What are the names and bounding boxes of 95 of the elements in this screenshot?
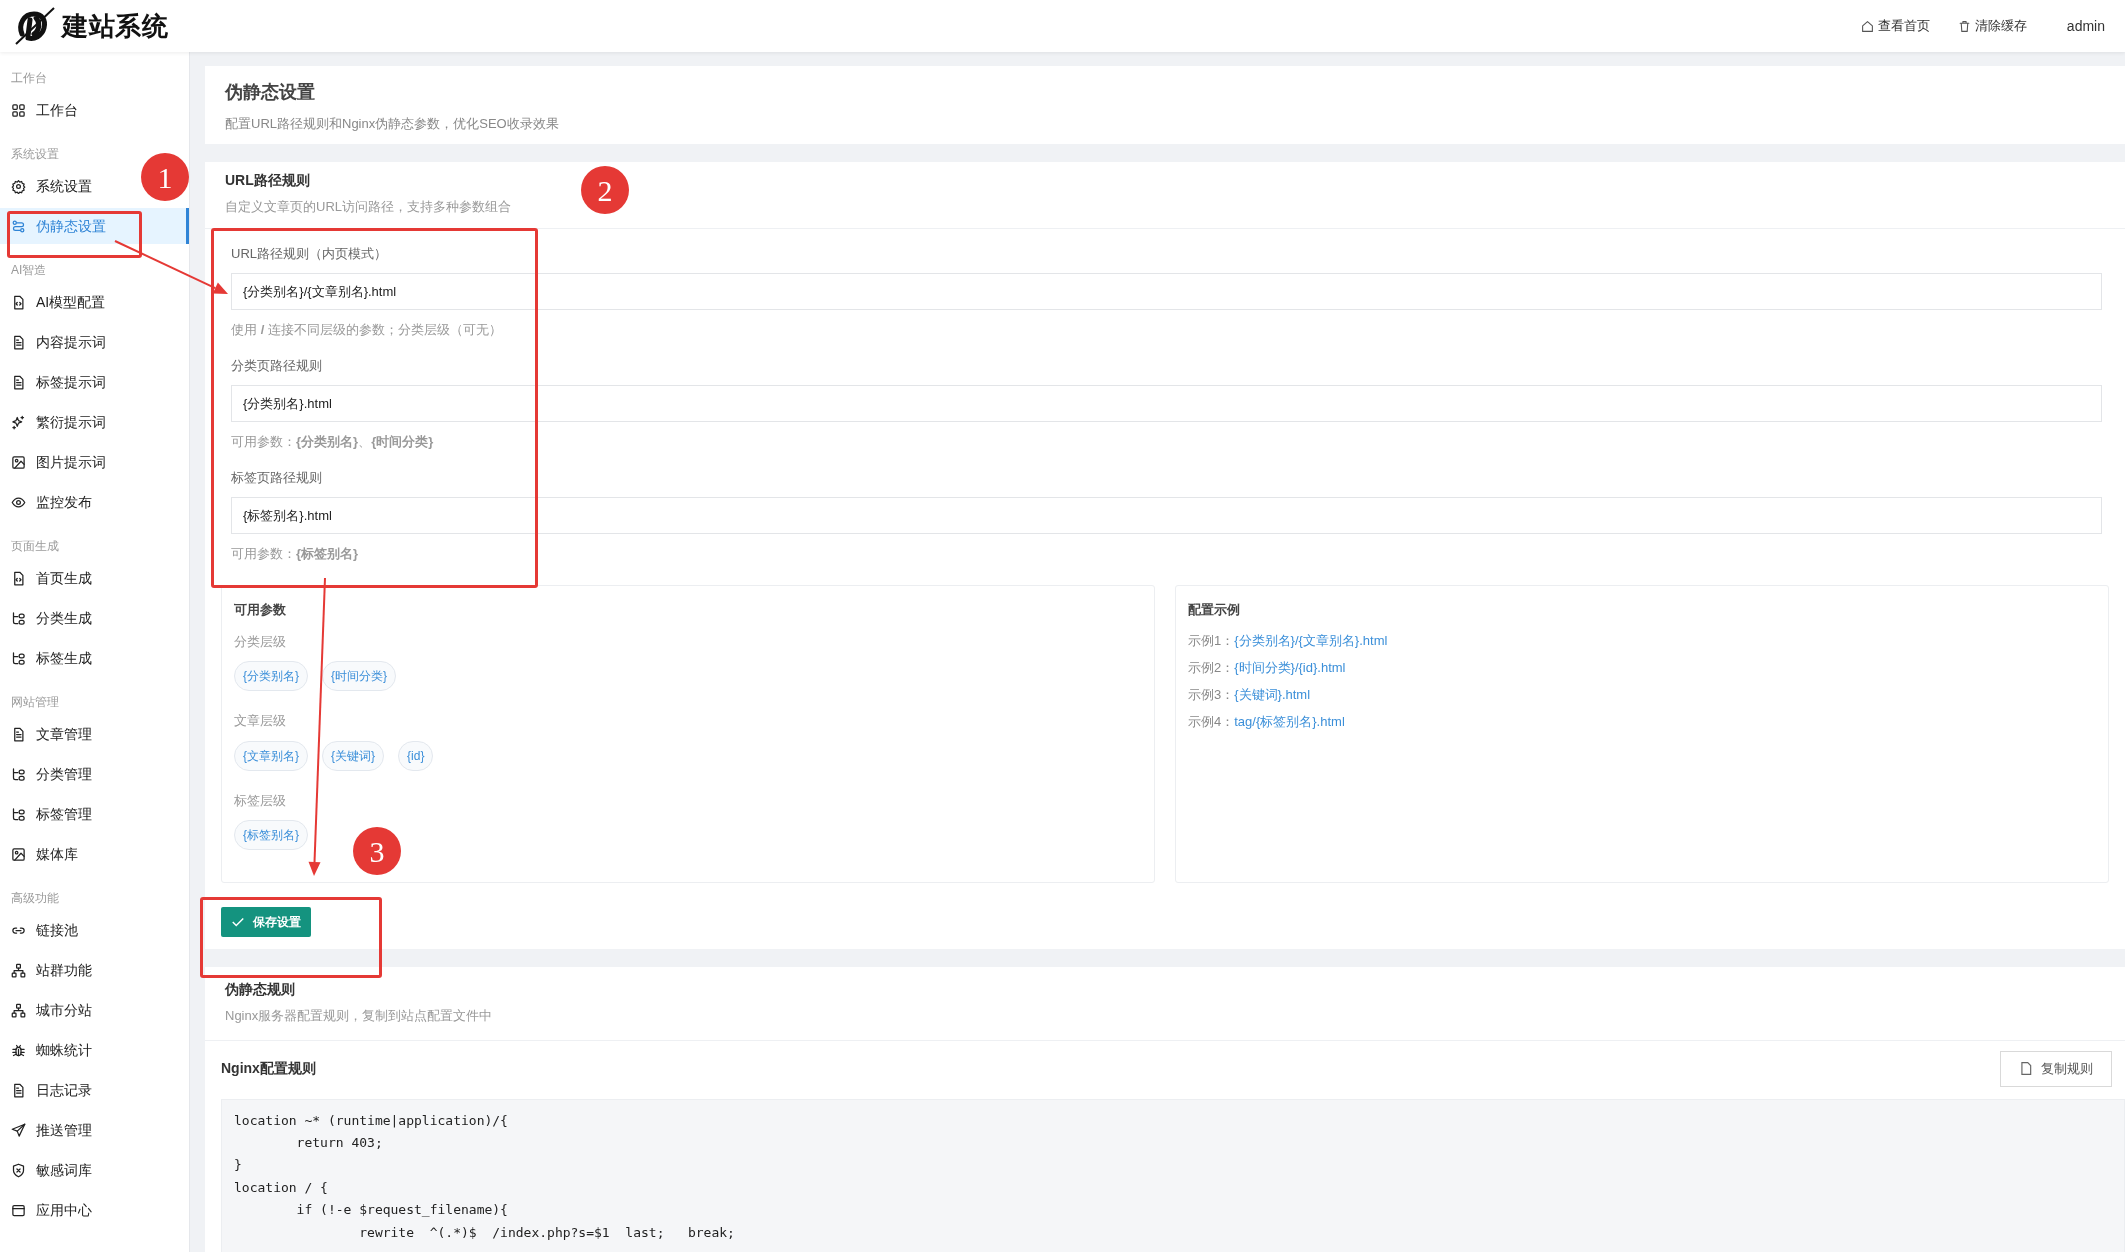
sidebar-item[interactable]: 分类管理 — [0, 756, 136, 792]
sidebar-item[interactable]: 媒体库 — [0, 836, 136, 872]
example-label: 示例3： — [1188, 686, 1235, 705]
tree-icon — [11, 806, 26, 822]
code-file-icon — [11, 294, 26, 310]
sidebar-item[interactable]: 伪静态设置 — [0, 208, 189, 244]
code-file-icon — [11, 570, 26, 586]
example-label: 示例2： — [1188, 659, 1235, 678]
check-icon — [231, 915, 245, 929]
input-field[interactable]: {分类别名}.html — [231, 385, 2102, 422]
sidebar-group-title: 高级功能 — [10, 890, 60, 907]
sidebar-item[interactable]: 标签提示词 — [0, 364, 136, 400]
logo-text: 建站系统 — [62, 9, 169, 43]
sidebar-item[interactable]: 应用中心 — [0, 1192, 136, 1228]
sidebar-item[interactable]: 图片提示词 — [0, 444, 136, 480]
document-icon — [2019, 1061, 2033, 1076]
sidebar-group-title: 系统设置 — [10, 146, 60, 163]
nav-link[interactable]: 清除缓存 — [1957, 16, 2027, 36]
home-icon — [1860, 19, 1874, 33]
sidebar-group-title: 工作台 — [10, 70, 48, 87]
param-tag[interactable]: {关键词} — [322, 740, 385, 771]
grid-icon — [11, 102, 26, 118]
tree-icon — [11, 610, 26, 626]
eye-icon — [11, 494, 26, 510]
sidebar-item[interactable]: 工作台 — [0, 92, 136, 128]
sidebar-item[interactable]: 站群功能 — [0, 952, 136, 988]
send-icon — [11, 1122, 26, 1138]
example-value: {分类别名}/{文章别名}.html — [1234, 632, 1388, 651]
code-block: location ~* (runtime|application)/{ return 403; } location / { if (!-e $request_filename){ rewrite ^(.*)$ /index.php?s=$1 last; break; — [221, 1098, 2125, 1252]
user-name[interactable]: admin — [2066, 15, 2105, 37]
sidebar-item[interactable]: 标签管理 — [0, 796, 136, 832]
network-icon — [11, 1002, 26, 1018]
document-icon — [11, 1082, 26, 1098]
copy-button[interactable]: 复制规则 — [2000, 1050, 2112, 1087]
sidebar-group-title: AI智造 — [10, 262, 48, 279]
sidebar-item[interactable]: 推送管理 — [0, 1112, 136, 1148]
field-label: URL路径规则（内页模式） — [231, 245, 388, 264]
field-hint: 可用参数：{标签别名} — [231, 544, 360, 563]
window-icon — [11, 1202, 26, 1218]
input-field[interactable]: {分类别名}/{文章别名}.html — [231, 273, 2102, 310]
tree-icon — [11, 766, 26, 782]
section-subtitle: Nginx服务器配置规则，复制到站点配置文件中 — [225, 1007, 494, 1025]
sidebar-item[interactable]: 文章管理 — [0, 716, 136, 752]
sidebar-group-title: 网站管理 — [10, 694, 60, 711]
document-icon — [11, 726, 26, 742]
example-value: {时间分类}/{id}.html — [1234, 659, 1346, 678]
page-title: 伪静态设置 — [225, 81, 316, 104]
panel-title: 可用参数 — [234, 601, 287, 619]
image-icon — [11, 454, 26, 470]
example-value: tag/{标签别名}.html — [1234, 713, 1345, 732]
section-subtitle: 自定义文章页的URL访问路径，支持多种参数组合 — [225, 197, 512, 216]
section-title: URL路径规则 — [225, 170, 310, 190]
sidebar-item[interactable]: 蜘蛛统计 — [0, 1032, 136, 1068]
sidebar-item[interactable]: 监控发布 — [0, 484, 136, 520]
page-subtitle: 配置URL路径规则和Nginx伪静态参数，优化SEO收录效果 — [225, 115, 560, 133]
field-hint: 可用参数：{分类别名}、{时间分类} — [231, 432, 435, 451]
example-label: 示例4： — [1188, 713, 1235, 732]
nav-link[interactable]: 查看首页 — [1860, 16, 1930, 36]
example-label: 示例1： — [1188, 632, 1235, 651]
sidebar-item[interactable]: AI模型配置 — [0, 284, 136, 320]
param-tag[interactable]: {时间分类} — [322, 661, 397, 691]
sidebar-item[interactable]: 分类生成 — [0, 600, 136, 636]
section-title: 伪静态规则 — [225, 980, 296, 999]
field-hint: 使用 / 连接不同层级的参数；分类层级（可无） — [231, 320, 503, 339]
sidebar-item[interactable]: 内容提示词 — [0, 324, 136, 360]
sidebar-item[interactable]: 链接池 — [0, 912, 136, 948]
sidebar-item[interactable]: 繁衍提示词 — [0, 404, 136, 440]
param-group-title: 标签层级 — [234, 791, 287, 810]
network-icon — [11, 962, 26, 978]
sidebar-item[interactable]: 敏感词库 — [0, 1152, 136, 1188]
bug-icon — [11, 1042, 26, 1058]
sidebar-group-title: 页面生成 — [10, 538, 60, 555]
sidebar-item[interactable]: 标签生成 — [0, 640, 136, 676]
param-group-title: 文章层级 — [234, 712, 287, 730]
sparkle-icon — [11, 414, 26, 430]
route-icon — [11, 218, 26, 234]
param-group-title: 分类层级 — [234, 632, 287, 651]
trash-icon — [1957, 19, 1971, 33]
code-title: Nginx配置规则 — [221, 1059, 316, 1078]
panel-title: 配置示例 — [1188, 601, 1241, 619]
shield-icon — [11, 1162, 26, 1178]
settings-icon — [11, 178, 26, 194]
sidebar-item[interactable]: 日志记录 — [0, 1072, 136, 1108]
sidebar-item[interactable]: 首页生成 — [0, 560, 136, 596]
document-icon — [11, 374, 26, 390]
sidebar-item[interactable]: 城市分站 — [0, 992, 136, 1028]
field-label: 标签页路径规则 — [231, 469, 323, 488]
document-icon — [11, 334, 26, 350]
input-field[interactable]: {标签别名}.html — [231, 497, 2102, 534]
field-label: 分类页路径规则 — [231, 357, 323, 376]
image-icon — [11, 846, 26, 862]
example-value: {关键词}.html — [1234, 686, 1311, 705]
save-button[interactable]: 保存设置 — [221, 907, 311, 937]
tree-icon — [11, 650, 26, 666]
sidebar-item[interactable]: 系统设置 — [0, 168, 136, 204]
